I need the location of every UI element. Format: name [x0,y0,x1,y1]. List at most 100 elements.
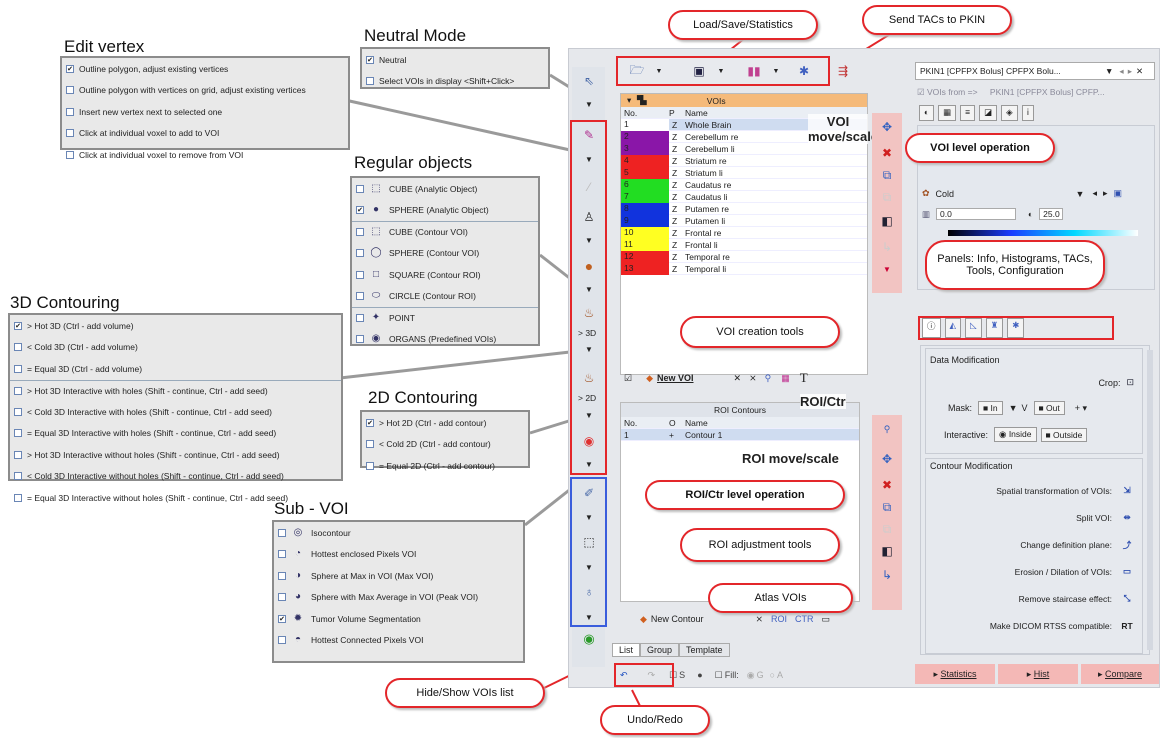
hide-show-vois-icon[interactable]: ◉ [578,629,600,649]
checkbox[interactable] [278,528,286,537]
option-item[interactable]: ✔ ● SPHERE (Analytic Object) [352,200,538,222]
checkbox[interactable] [66,150,74,159]
checkbox[interactable] [278,636,286,645]
mask-plus-icon[interactable]: + ▾ [1075,403,1087,414]
text-icon[interactable]: T [800,370,808,386]
paste-voi-icon[interactable]: ⧉ [876,187,898,207]
roi-text-icon[interactable]: ▭ [822,614,831,625]
option-item[interactable]: > Hot 3D Interactive without holes (Shif… [10,444,341,466]
option-item[interactable]: ◓ Hottest Connected Pixels VOI [274,630,523,652]
move-voi-icon[interactable]: ✥ [876,117,898,137]
table-row[interactable]: 9 Z Putamen li [621,214,867,227]
checkbox[interactable] [66,107,74,116]
contour-op-icon[interactable]: ⇹ [1118,512,1136,523]
slider-tab-icon[interactable]: ≡ [960,105,976,121]
option-item[interactable]: ✔ Outline polygon, adjust existing vertic… [62,58,348,80]
table-row[interactable]: 4 Z Striatum re [621,154,867,167]
next-icon[interactable]: ▸ [1128,66,1132,77]
option-item[interactable]: ⬚ CUBE (Contour VOI) [352,221,538,243]
mask-in-button[interactable]: ■ In [978,401,1003,415]
delete-all-icon[interactable]: ⨯ [749,373,757,384]
option-item[interactable]: > Hot 3D Interactive with holes (Shift -… [10,379,341,402]
option-item[interactable]: ✔ > Hot 2D (Ctrl - add contour) [362,412,528,434]
checkbox[interactable] [356,249,364,258]
delete-icon[interactable]: ✕ [734,373,742,384]
copy-voi-icon[interactable]: ⧉ [876,165,898,185]
checkbox[interactable] [366,461,374,470]
checkbox[interactable] [14,343,22,352]
option-item[interactable]: ✦ POINT [352,307,538,329]
table-row[interactable]: 12 Z Temporal re [621,250,867,263]
option-item[interactable]: < Cold 3D (Ctrl - add volume) [10,337,341,359]
hist-button[interactable]: ▸ Hist [998,664,1078,684]
transform-voi-icon[interactable]: ↳ [876,237,898,257]
contour-op-icon[interactable]: ⇲ [1118,485,1136,496]
option-item[interactable]: < Cold 3D Interactive without holes (Shi… [10,466,341,488]
option-item[interactable]: ◯ SPHERE (Contour VOI) [352,243,538,265]
checkbox[interactable] [356,228,364,237]
checkbox[interactable] [14,493,22,502]
option-item[interactable]: = Equal 3D (Ctrl - add volume) [10,358,341,380]
colormap-arrow-icon[interactable]: ▼ [1076,189,1085,199]
option-item[interactable]: = Equal 2D (Ctrl - add contour) [362,455,528,477]
contour-op-icon[interactable]: RT [1118,621,1136,631]
checkbox[interactable] [356,314,364,323]
collapse-icon[interactable]: ▾ ▝▙ [627,95,647,106]
option-item[interactable]: ◎ Isocontour [274,522,523,544]
ctr-convert-icon[interactable]: CTR [795,614,814,624]
study-combo[interactable]: PKIN1 [CPFPX Bolus] CPFPX Bolu... ▼ ◂ ▸ … [915,62,1155,80]
table-row[interactable]: 6 Z Caudatus re [621,178,867,191]
contour-op-icon[interactable]: ⤴ [1118,539,1136,551]
option-item[interactable]: < Cold 3D Interactive with holes (Shift … [10,401,341,423]
option-item[interactable]: Select VOIs in display <Shift+Click> [362,71,548,93]
new-contour-button[interactable]: New Contour [651,614,704,624]
g-radio[interactable]: ◉ [747,670,755,681]
move-roi-icon[interactable]: ✥ [876,449,898,469]
roi-convert-icon[interactable]: ROI [771,614,787,624]
fusion-tab-icon[interactable]: ◪ [979,105,998,121]
render-tab-icon[interactable]: ◈ [1001,105,1018,121]
mask-out-button[interactable]: ■ Out [1033,401,1065,415]
statistics-button[interactable]: ▸ Statistics [915,664,995,684]
properties-icon[interactable]: ⚲ [765,373,772,384]
max-input[interactable]: 25.0 [1039,208,1064,220]
checkbox[interactable] [356,270,364,279]
table-row[interactable]: 3 Z Cerebellum li [621,142,867,155]
option-item[interactable]: ⬭ CIRCLE (Contour ROI) [352,286,538,308]
tools-scrollbar[interactable] [1147,350,1153,650]
table-row[interactable]: 11 Z Frontal li [621,238,867,251]
option-item[interactable]: ◉ ORGANS (Predefined VOIs) [352,329,538,351]
delete-voi-icon[interactable]: ✖ [876,143,898,163]
prev-icon[interactable]: ◂ [1119,66,1123,77]
info-tab-icon[interactable]: ⅰ [1021,105,1035,121]
delete-roi-icon[interactable]: ✖ [876,475,898,495]
new-voi-button[interactable]: New VOI [657,373,694,383]
checkbox[interactable] [356,335,364,344]
compare-button[interactable]: ▸ Compare [1081,664,1159,684]
checkbox[interactable] [366,440,374,449]
option-item[interactable]: □ SQUARE (Contour ROI) [352,264,538,286]
table-row[interactable]: 13 Z Temporal li [621,262,867,275]
mirror-voi-icon[interactable]: ◧ [876,211,898,231]
dropdown-arrow-icon[interactable]: ▼ [876,259,898,279]
checkbox[interactable] [14,364,22,373]
checkbox[interactable] [278,593,286,602]
option-item[interactable]: Outline polygon with vertices on grid, a… [62,80,348,102]
dot-icon[interactable]: ● [697,670,702,680]
option-item[interactable]: ⬚ CUBE (Analytic Object) [352,178,538,200]
checkbox[interactable]: ✔ [366,418,374,427]
checkbox[interactable] [366,77,374,86]
fill-checkbox[interactable]: ☐ [715,670,723,681]
color-icon[interactable]: ▦ [781,373,790,384]
option-item[interactable]: ✔ ✹ Tumor Volume Segmentation [274,608,523,630]
close-icon[interactable]: ✕ [1136,66,1143,77]
checkbox[interactable] [66,86,74,95]
table-row[interactable]: 8 Z Putamen re [621,202,867,215]
checkbox[interactable]: ✔ [278,614,286,623]
checkbox[interactable] [14,450,22,459]
option-item[interactable]: ◕ Sphere with Max Average in VOI (Peak VO… [274,587,523,609]
send-to-pkin-icon[interactable]: ⇶ [832,61,854,81]
mirror-roi-icon[interactable]: ◧ [876,541,898,561]
layout-tab-icon[interactable]: ▦ [938,105,957,121]
table-row[interactable]: 7 Z Caudatus li [621,190,867,203]
